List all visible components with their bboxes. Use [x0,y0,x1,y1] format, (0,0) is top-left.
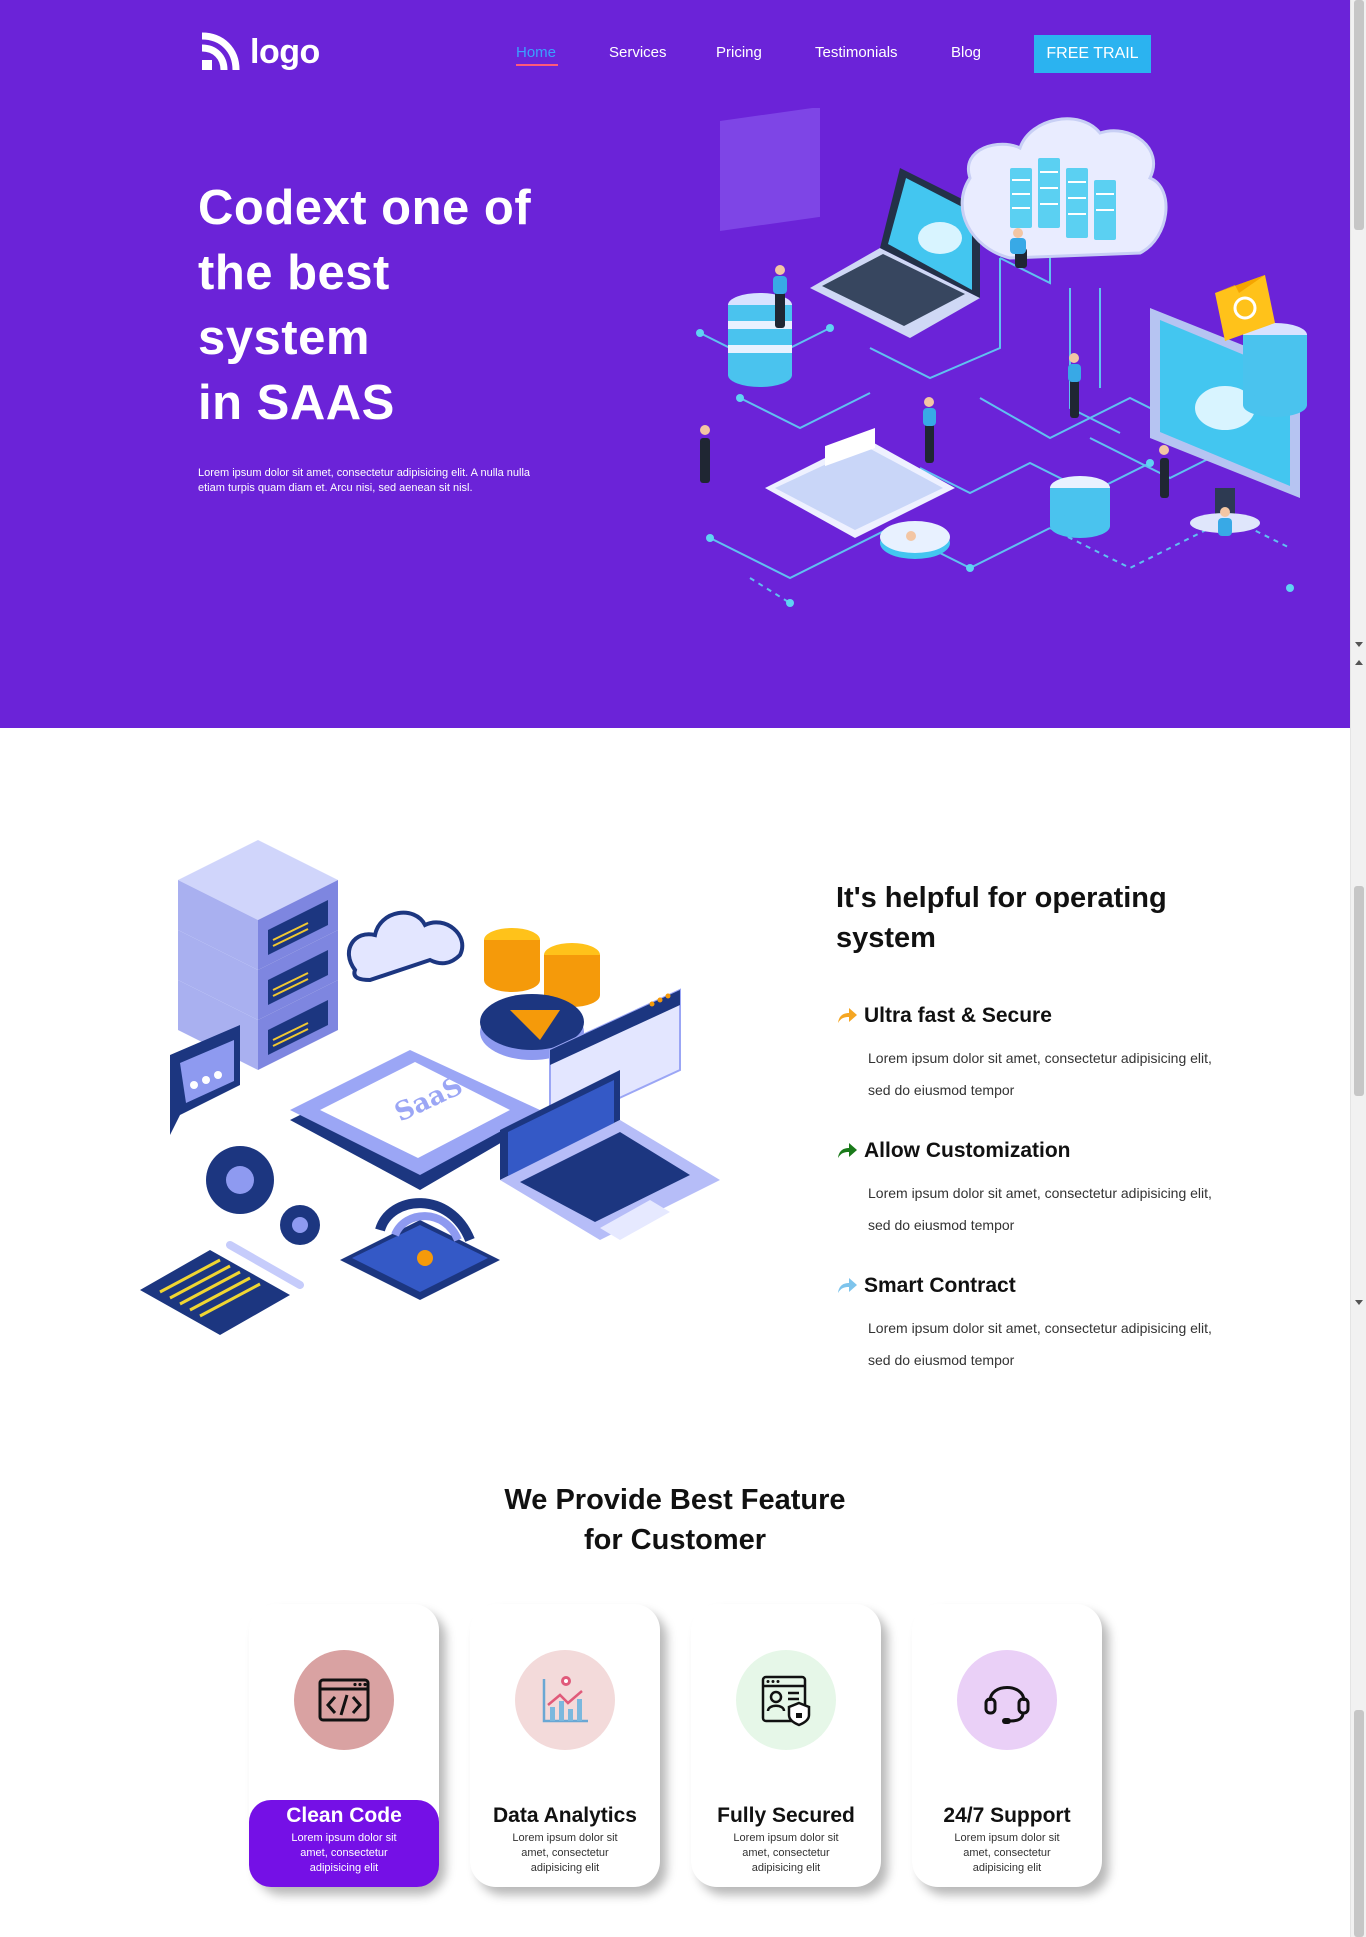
card-icon-circle [957,1650,1057,1750]
nav-services[interactable]: Services [609,44,667,61]
free-trial-button[interactable]: FREE TRAIL [1034,35,1151,73]
arrow-right-icon [838,1278,857,1293]
feature-card-support[interactable]: 24/7 Support Lorem ipsum dolor sit amet,… [912,1604,1102,1887]
feature-title: Allow Customization [864,1139,1071,1162]
feature-item-customization: Allow Customization Lorem ipsum dolor si… [836,1139,1236,1241]
hero-title: Codext one of the best system in SAAS [198,181,532,430]
card-body: 24/7 Support Lorem ipsum dolor sit amet,… [912,1800,1102,1887]
feature-item-smart-contract: Smart Contract Lorem ipsum dolor sit ame… [836,1274,1236,1376]
card-description: Lorem ipsum dolor sit amet, consectetur … [733,1832,839,1874]
card-description: Lorem ipsum dolor sit amet, consectetur … [954,1832,1060,1874]
scroll-down-arrow-2[interactable] [1355,1300,1363,1305]
hero-section: logo Home Services Pricing Testimonials … [0,0,1350,728]
feature-card-data-analytics[interactable]: Data Analytics Lorem ipsum dolor sit ame… [470,1604,660,1887]
feature-description: Lorem ipsum dolor sit amet, consectetur … [868,1050,1212,1098]
feature-description: Lorem ipsum dolor sit amet, consectetur … [868,1320,1212,1368]
secure-profile-icon [761,1675,811,1727]
analytics-chart-icon [542,1676,588,1723]
feature-description: Lorem ipsum dolor sit amet, consectetur … [868,1185,1212,1233]
feature-card-fully-secured[interactable]: Fully Secured Lorem ipsum dolor sit amet… [691,1604,881,1887]
feature-card-clean-code[interactable]: Clean Code Lorem ipsum dolor sit amet, c… [249,1604,439,1887]
feature-title: Smart Contract [864,1274,1016,1297]
nav-testimonials[interactable]: Testimonials [815,44,898,61]
card-title: Fully Secured [717,1804,855,1827]
feature-item-ultra-fast: Ultra fast & Secure Lorem ipsum dolor si… [836,1004,1236,1106]
card-icon-circle [515,1650,615,1750]
scrollbar-thumb-bottom[interactable] [1354,1710,1364,1937]
nav-active-underline [516,64,558,66]
card-body: Fully Secured Lorem ipsum dolor sit amet… [691,1800,881,1887]
scroll-down-arrow[interactable] [1355,642,1363,647]
card-title: Data Analytics [493,1804,637,1827]
scrollbar-thumb-middle[interactable] [1354,886,1364,1096]
nav-pricing[interactable]: Pricing [716,44,762,61]
card-description: Lorem ipsum dolor sit amet, consectetur … [291,1832,397,1874]
card-title: Clean Code [286,1804,402,1827]
card-description: Lorem ipsum dolor sit amet, consectetur … [512,1832,618,1874]
section-title-best-feature: We Provide Best Feature for Customer [504,1484,846,1556]
arrow-right-icon [838,1143,857,1158]
code-window-icon [318,1678,370,1722]
card-icon-circle [736,1650,836,1750]
scroll-up-arrow[interactable] [1355,660,1363,665]
nav-home[interactable]: Home [516,44,556,61]
card-title: 24/7 Support [943,1804,1071,1827]
card-body: Clean Code Lorem ipsum dolor sit amet, c… [249,1800,439,1887]
feature-title: Ultra fast & Secure [864,1004,1052,1027]
card-icon-circle [294,1650,394,1750]
headset-icon [984,1686,1030,1724]
nav-blog[interactable]: Blog [951,44,981,61]
section-title-operating-system: It's helpful for operating system [836,882,1167,954]
hero-description: Lorem ipsum dolor sit amet, consectetur … [198,467,531,494]
page-scrollbar[interactable] [1350,0,1366,1937]
saas-isometric-illustration: SaaS [140,840,720,1335]
arrow-right-icon [838,1008,857,1023]
card-body: Data Analytics Lorem ipsum dolor sit ame… [470,1800,660,1887]
cloud-network-illustration [696,108,1307,607]
scrollbar-thumb-top[interactable] [1354,0,1364,230]
